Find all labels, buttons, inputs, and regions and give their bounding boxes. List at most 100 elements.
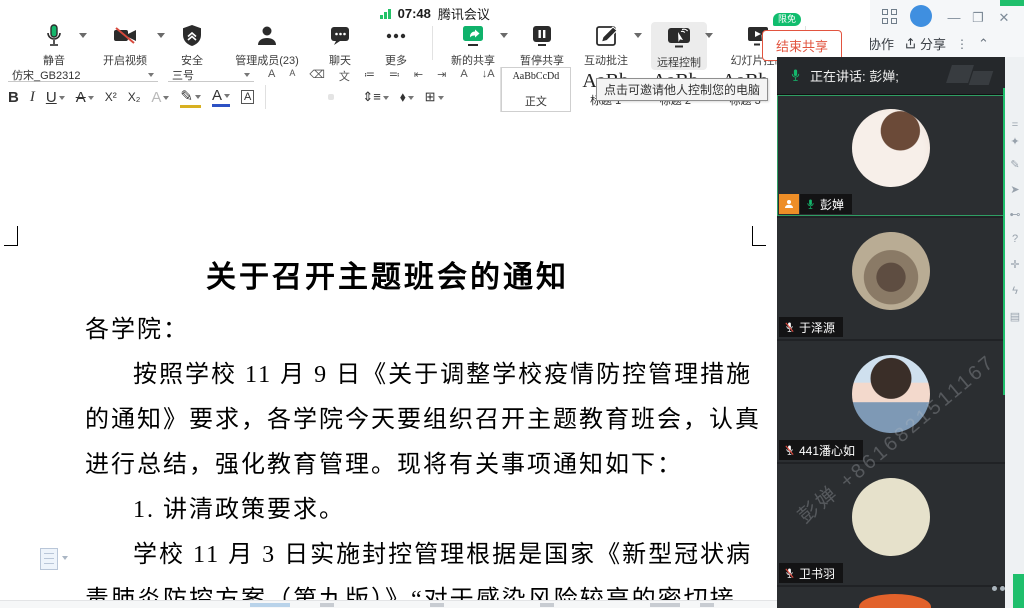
statusbar-chip bbox=[700, 603, 714, 607]
microphone-icon bbox=[42, 22, 66, 50]
flash-icon[interactable]: ϟ bbox=[1008, 285, 1022, 297]
chevron-down-icon[interactable] bbox=[500, 33, 508, 38]
host-badge bbox=[779, 194, 799, 214]
participant-name: 441潘心如 bbox=[799, 443, 856, 458]
font-size-combo[interactable]: 三号 bbox=[168, 68, 254, 82]
video-tile[interactable]: 彭婵 bbox=[777, 95, 1005, 216]
font-name-combo[interactable]: 仿宋_GB2312 bbox=[8, 68, 158, 82]
participant-name: 彭婵 bbox=[820, 197, 845, 212]
scroll-dot bbox=[992, 586, 997, 591]
ribbon-row1-icons[interactable]: AA ⌫文 ≔≕ ⇤⇥ A↓A ¶ bbox=[268, 68, 514, 84]
clear-format-icon: ⌫ bbox=[309, 69, 325, 81]
document-line: 学校 11 月 3 日实施封控管理根据是国家《新型冠状病 bbox=[133, 542, 753, 568]
scroll-dot bbox=[1000, 586, 1005, 591]
slider-icon[interactable]: ⊷ bbox=[1008, 208, 1022, 221]
align-left-button[interactable] bbox=[277, 94, 283, 100]
side-tool-strip: = ✦ ✎ ➤ ⊷ ? ✛ ϟ ▤ bbox=[1005, 57, 1024, 608]
share-border-right bbox=[1003, 88, 1005, 395]
video-tile[interactable]: 于泽源 bbox=[777, 218, 1005, 339]
annotate-icon bbox=[593, 22, 619, 50]
page-corner-mark bbox=[752, 226, 766, 246]
superscript-button[interactable]: X² bbox=[105, 90, 117, 104]
indent-decrease-icon: ⇤ bbox=[413, 69, 424, 81]
bullets-icon: ≔ bbox=[363, 69, 375, 81]
font-color-button[interactable]: A bbox=[211, 87, 230, 107]
chevron-down-icon bbox=[148, 72, 154, 77]
pause-share-icon bbox=[529, 22, 555, 50]
chevron-down-icon[interactable] bbox=[79, 33, 87, 38]
italic-button[interactable]: I bbox=[30, 89, 35, 106]
collab-button[interactable]: 协作 bbox=[868, 34, 894, 53]
statusbar-chip bbox=[250, 603, 290, 607]
remote-control-button[interactable]: 远程控制 bbox=[651, 22, 713, 70]
collapse-ribbon-icon[interactable]: ⌃ bbox=[978, 36, 989, 52]
statusbar-chip bbox=[540, 603, 554, 607]
chevron-down-icon bbox=[62, 556, 68, 560]
maximize-button[interactable]: ❐ bbox=[968, 9, 988, 27]
rocket-icon[interactable]: ✦ bbox=[1008, 135, 1022, 148]
avatar[interactable] bbox=[910, 5, 932, 27]
participant-name: 卫书羽 bbox=[799, 566, 836, 581]
more-button[interactable]: 更多 bbox=[374, 22, 418, 68]
chevron-down-icon bbox=[244, 72, 250, 77]
document-line: 的通知》要求，各学院今天要组织召开主题教育班会，认真 bbox=[85, 407, 761, 433]
ruler-icon[interactable]: = bbox=[1008, 119, 1022, 131]
pencil-icon[interactable]: ✎ bbox=[1008, 158, 1022, 171]
distribute-button[interactable] bbox=[345, 94, 351, 100]
paste-options-icon[interactable] bbox=[40, 548, 58, 570]
strikethrough-button[interactable]: A bbox=[76, 89, 94, 106]
signal-icon bbox=[380, 8, 391, 19]
remote-control-tooltip: 点击可邀请他人控制您的电脑 bbox=[596, 78, 769, 101]
pause-share-button[interactable]: 暂停共享 bbox=[515, 22, 569, 68]
microphone-muted-icon bbox=[785, 444, 794, 455]
video-tile[interactable]: 卫书羽 bbox=[777, 464, 1005, 585]
apps-grid-icon[interactable] bbox=[882, 9, 898, 25]
underline-button[interactable]: U bbox=[46, 89, 65, 106]
annotate-button[interactable]: 互动批注 bbox=[579, 22, 642, 68]
bold-button[interactable]: B bbox=[8, 89, 19, 106]
members-icon bbox=[255, 22, 279, 50]
char-border-button[interactable]: A bbox=[240, 90, 255, 104]
participant-avatar bbox=[852, 478, 930, 556]
line-spacing-button[interactable]: ⇕≡ bbox=[362, 89, 389, 105]
video-tile[interactable]: 441潘心如 bbox=[777, 341, 1005, 462]
close-button[interactable]: ✕ bbox=[994, 9, 1014, 27]
participant-avatar bbox=[852, 232, 930, 310]
sort-icon: ↓A bbox=[481, 68, 495, 80]
chevron-down-icon[interactable] bbox=[157, 33, 165, 38]
subscript-button[interactable]: X₂ bbox=[128, 90, 141, 104]
security-button[interactable]: 安全 bbox=[172, 22, 212, 68]
minimize-button[interactable]: — bbox=[944, 9, 964, 27]
camera-muted-icon bbox=[112, 22, 138, 50]
share-border-corner bbox=[1013, 574, 1024, 608]
justify-button[interactable] bbox=[328, 94, 335, 100]
chevron-down-icon[interactable] bbox=[705, 33, 713, 38]
menu-dots-icon[interactable]: ⋮ bbox=[956, 37, 968, 51]
video-tile-partial[interactable] bbox=[777, 587, 1005, 608]
manage-members-button[interactable]: 管理成员(23) bbox=[226, 22, 308, 68]
start-video-button[interactable]: 开启视频 bbox=[94, 22, 165, 68]
new-share-button[interactable]: 新的共享 bbox=[447, 22, 508, 68]
cursor-icon[interactable]: ➤ bbox=[1008, 183, 1022, 196]
speaking-label: 正在讲话: 彭婵; bbox=[810, 69, 899, 84]
align-right-button[interactable] bbox=[311, 94, 317, 100]
chevron-down-icon[interactable] bbox=[634, 33, 642, 38]
hand-icon[interactable]: ✛ bbox=[1008, 258, 1022, 271]
style-sample: AaBbCcDd bbox=[512, 71, 560, 82]
style-normal[interactable]: AaBbCcDd 正文 bbox=[501, 67, 571, 112]
borders-button[interactable]: ⊞ bbox=[425, 89, 444, 105]
share-screen-icon bbox=[460, 22, 486, 50]
chat-button[interactable]: 聊天 bbox=[320, 22, 360, 68]
mute-button[interactable]: 静音 bbox=[30, 22, 87, 68]
document-line: 1. 讲清政策要求。 bbox=[133, 497, 345, 523]
indent-increase-icon: ⇥ bbox=[437, 69, 447, 81]
participant-avatar bbox=[852, 109, 930, 187]
microphone-icon bbox=[791, 69, 800, 81]
highlight-button[interactable]: ✎ bbox=[180, 87, 201, 108]
help-icon[interactable]: ? bbox=[1008, 233, 1022, 245]
share-button[interactable]: 分享 bbox=[904, 34, 946, 53]
align-center-button[interactable] bbox=[294, 94, 300, 100]
camera-icon[interactable]: ▤ bbox=[1008, 310, 1022, 323]
shading-button[interactable]: ⬧ bbox=[400, 89, 414, 105]
text-outline-button[interactable]: A bbox=[151, 89, 170, 106]
